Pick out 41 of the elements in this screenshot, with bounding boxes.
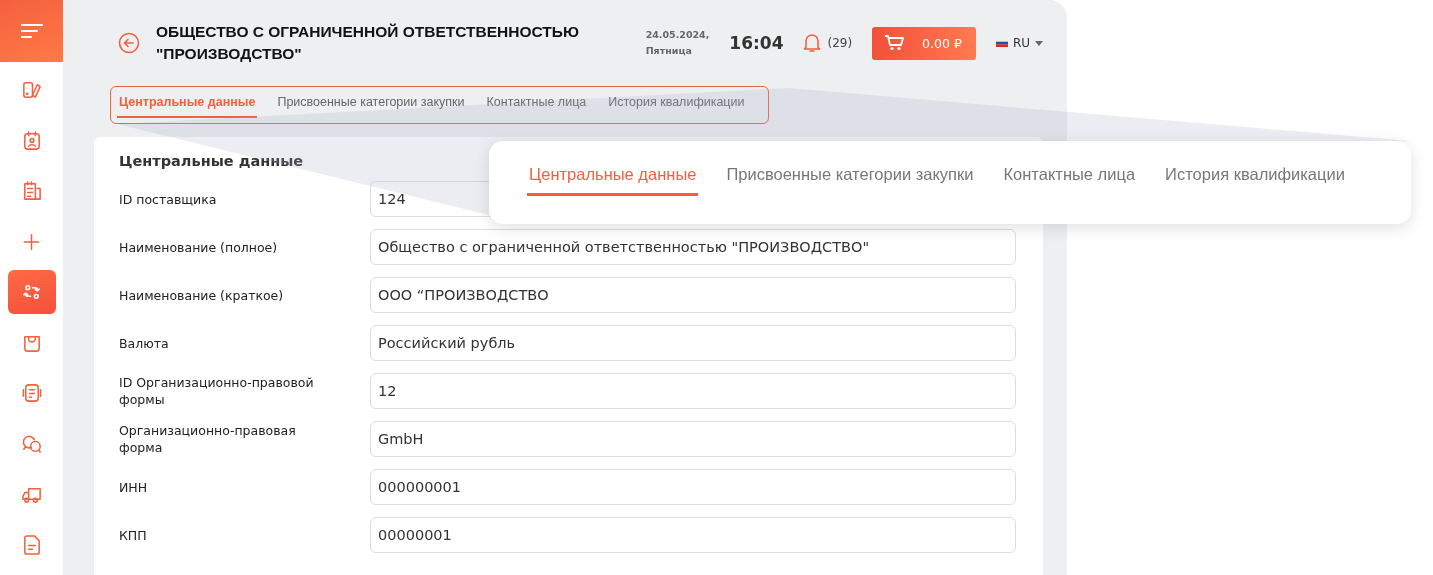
- input-field[interactable]: 12: [370, 373, 1016, 409]
- section-title: Центральные данные: [119, 153, 305, 169]
- menu-button[interactable]: [0, 0, 63, 62]
- page-title: ОБЩЕСТВО С ОГРАНИЧЕННОЙ ОТВЕТСТВЕННОСТЬЮ "ПРОИЗВОДСТВО": [156, 22, 580, 64]
- tab[interactable]: Центральные данные: [527, 141, 699, 196]
- field-label: ID Организационно-правовой формы: [119, 374, 315, 408]
- language-selector[interactable]: RU: [995, 36, 1043, 50]
- document-icon: [20, 382, 43, 404]
- menu-icon: [20, 23, 43, 39]
- tab[interactable]: История квалификации: [606, 87, 747, 118]
- tab[interactable]: Центральные данные: [117, 87, 258, 118]
- caret-icon: [1035, 40, 1043, 46]
- tab[interactable]: Контактные лица: [484, 87, 589, 118]
- cart-button[interactable]: 0.00 ₽: [872, 26, 976, 60]
- input-field[interactable]: ООО “ПРОИЗВОДСТВО: [370, 277, 1016, 313]
- back-icon[interactable]: [118, 32, 140, 54]
- sidebar-item[interactable]: [7, 270, 56, 314]
- field-label: Валюта: [119, 334, 170, 352]
- field-label: ID поставщика: [119, 190, 218, 208]
- flag-icon: [995, 39, 1008, 47]
- field-label: Организационно-правовая форма: [119, 422, 297, 456]
- input-field[interactable]: 00000001: [370, 517, 1016, 553]
- input-field[interactable]: Общество с ограниченной ответственностью "ПРОИЗВОДСТВО": [370, 229, 1016, 265]
- tab[interactable]: Присвоенные категории закупки: [724, 141, 976, 196]
- input-field[interactable]: 000000001: [370, 469, 1016, 505]
- date-text: 24.05.2024,: [645, 28, 710, 42]
- book-icon: [20, 79, 43, 101]
- field-label: Наименование (краткое): [119, 286, 285, 304]
- field-label: КПП: [119, 526, 148, 544]
- tab[interactable]: Присвоенные категории закупки: [275, 87, 467, 118]
- field-label: Наименование (полное): [119, 238, 279, 256]
- input-field[interactable]: Российский рубль: [370, 325, 1016, 361]
- clock-time: 16:04: [729, 33, 784, 53]
- notification-count: (29): [827, 36, 853, 50]
- field-label: ИНН: [119, 478, 149, 496]
- tab[interactable]: Контактные лица: [1001, 141, 1138, 196]
- cart-icon: [884, 35, 905, 51]
- input-field[interactable]: GmbH: [370, 421, 1016, 457]
- weekday-text: Пятница: [645, 44, 693, 58]
- bell-icon[interactable]: [803, 33, 822, 53]
- tab[interactable]: История квалификации: [1163, 141, 1347, 196]
